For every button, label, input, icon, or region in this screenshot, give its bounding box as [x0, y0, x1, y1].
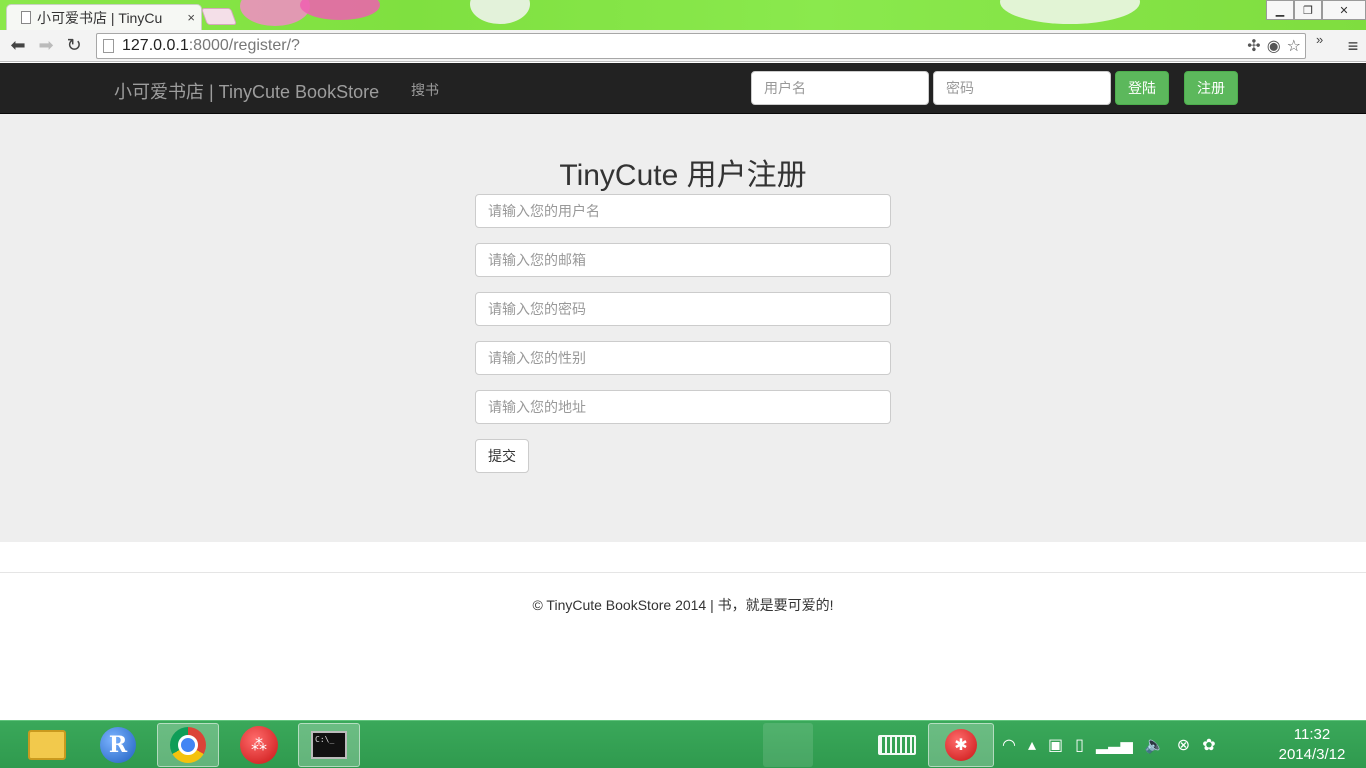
- taskbar-ghost-slot: [763, 723, 813, 767]
- back-arrow-icon[interactable]: ⬅: [4, 32, 32, 60]
- new-tab-button[interactable]: [200, 8, 238, 25]
- reload-icon[interactable]: ↻: [60, 32, 88, 60]
- folder-icon: [28, 730, 66, 760]
- paw-icon[interactable]: ✿: [1202, 735, 1215, 755]
- register-panel: TinyCute 用户注册 提交: [0, 114, 1366, 542]
- power-icon[interactable]: ▯: [1075, 735, 1084, 755]
- page-icon: [21, 11, 31, 24]
- login-button[interactable]: 登陆: [1115, 71, 1169, 105]
- footer-divider: [0, 572, 1366, 573]
- taskbar-r-gui[interactable]: R: [87, 723, 149, 767]
- username-field[interactable]: [475, 194, 891, 228]
- site-navbar: 小可爱书店 | TinyCute BookStore 搜书 登陆 注册: [0, 63, 1366, 114]
- decor-blob: [300, 0, 380, 20]
- footer-text: © TinyCute BookStore 2014 | 书，就是要可爱的!: [532, 597, 834, 613]
- chrome-logo-icon: [170, 727, 206, 763]
- chrome-menu-icon[interactable]: ≡: [1340, 30, 1366, 62]
- system-tray: ◠ ▴ ▣ ▯ ▂▃▅ 🔈 ⊗ ✿: [1002, 735, 1216, 755]
- translate-icon[interactable]: ◉: [1267, 36, 1281, 56]
- nav-search-link[interactable]: 搜书: [411, 80, 439, 100]
- taskbar-clock[interactable]: 11:32 2014/3/12: [1262, 725, 1362, 765]
- close-tab-icon[interactable]: ×: [187, 10, 195, 25]
- password-field[interactable]: [475, 292, 891, 326]
- window-controls: ▁ ❐ ✕: [1266, 0, 1366, 20]
- show-hidden-icons-icon[interactable]: ▴: [1028, 735, 1036, 755]
- restore-button[interactable]: ❐: [1294, 0, 1322, 20]
- touch-keyboard-icon[interactable]: [878, 735, 916, 755]
- submit-button[interactable]: 提交: [475, 439, 529, 473]
- decor-blob: [470, 0, 530, 24]
- nav-username-input[interactable]: [751, 71, 929, 105]
- windows-taskbar: R ⁂ C:\_ ✱ ◠ ▴ ▣ ▯ ▂▃▅ 🔈 ⊗ ✿ 11:32 2014/…: [0, 720, 1366, 768]
- browser-tab[interactable]: 小可爱书店 | TinyCu ×: [6, 4, 202, 30]
- r-logo-icon: R: [100, 727, 136, 763]
- browser-titlebar: 小可爱书店 | TinyCu × ▁ ❐ ✕: [0, 0, 1366, 30]
- bookmark-star-icon[interactable]: ☆: [1287, 36, 1301, 56]
- alert-app-icon: ✱: [945, 729, 977, 761]
- wifi-icon[interactable]: ◠: [1002, 735, 1016, 755]
- browser-toolbar: ⬅ ➡ ↻ 127.0.0.1:8000/register/? ✣ ◉ ☆ » …: [0, 30, 1366, 62]
- extension-icon[interactable]: ✣: [1247, 36, 1260, 56]
- site-brand[interactable]: 小可爱书店 | TinyCute BookStore: [114, 78, 379, 104]
- decor-blob: [1000, 0, 1140, 24]
- address-bar[interactable]: 127.0.0.1:8000/register/? ✣ ◉ ☆: [96, 33, 1306, 59]
- close-window-button[interactable]: ✕: [1322, 0, 1366, 20]
- url-host: 127.0.0.1: [122, 37, 189, 54]
- taskbar-notification-app[interactable]: ✱: [928, 723, 994, 767]
- red-app-icon: ⁂: [240, 726, 278, 764]
- extensions-overflow-icon[interactable]: »: [1316, 32, 1323, 47]
- signal-icon[interactable]: ▂▃▅: [1096, 735, 1133, 755]
- gender-field[interactable]: [475, 341, 891, 375]
- page-title: TinyCute 用户注册: [559, 159, 807, 192]
- address-field[interactable]: [475, 390, 891, 424]
- taskbar-chrome[interactable]: [157, 723, 219, 767]
- forward-arrow-icon[interactable]: ➡: [32, 32, 60, 60]
- omnibox-icons: ✣ ◉ ☆: [1247, 36, 1301, 56]
- terminal-icon: C:\_: [311, 731, 347, 759]
- usb-device-icon[interactable]: ▣: [1048, 735, 1063, 755]
- url-path: :8000/register/?: [188, 37, 300, 54]
- volume-icon[interactable]: 🔈: [1145, 735, 1165, 755]
- clock-time: 11:32: [1293, 726, 1331, 743]
- nav-password-input[interactable]: [933, 71, 1111, 105]
- email-field[interactable]: [475, 243, 891, 277]
- close-circle-icon[interactable]: ⊗: [1177, 735, 1190, 755]
- clock-date: 2014/3/12: [1278, 746, 1346, 763]
- taskbar-red-app[interactable]: ⁂: [228, 723, 290, 767]
- tab-title: 小可爱书店 | TinyCu: [37, 9, 163, 26]
- taskbar-file-explorer[interactable]: [16, 723, 78, 767]
- page-info-icon[interactable]: [103, 39, 114, 53]
- register-button[interactable]: 注册: [1184, 71, 1238, 105]
- taskbar-command-prompt[interactable]: C:\_: [298, 723, 360, 767]
- minimize-button[interactable]: ▁: [1266, 0, 1294, 20]
